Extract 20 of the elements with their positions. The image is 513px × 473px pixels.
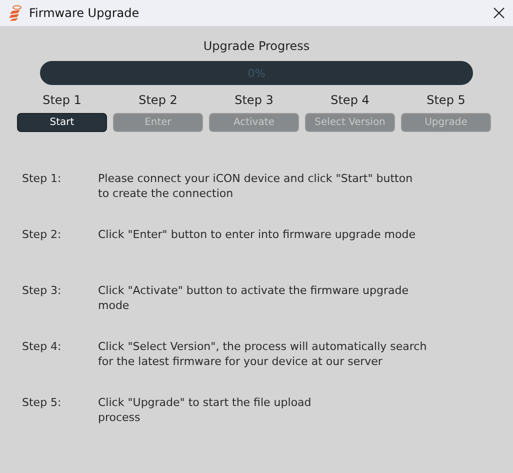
app-logo-icon	[8, 5, 22, 21]
instruction-label: Step 1:	[21, 171, 62, 187]
step-label: Step 3	[234, 93, 274, 107]
instruction-text: Click "Activate" button to activate the firmware upgrade mode	[98, 283, 408, 314]
progress-title: Upgrade Progress	[202, 39, 311, 53]
instruction-label: Step 2:	[21, 227, 62, 243]
step-label: Step 1	[42, 93, 82, 107]
step-label: Step 4	[330, 93, 370, 107]
instruction-label: Step 3:	[21, 283, 62, 299]
step-button[interactable]: Start	[17, 113, 107, 132]
window-title: Firmware Upgrade	[29, 6, 140, 20]
instruction-label: Step 5:	[21, 395, 62, 411]
instruction-text: Click "Select Version", the process will automatically search for the latest firmware for your device at our server	[98, 339, 427, 370]
instruction-text: Click "Enter" button to enter into firmware upgrade mode	[98, 227, 416, 243]
step-label: Step 5	[426, 93, 466, 107]
instruction-text: Click "Upgrade" to start the file upload process	[98, 395, 312, 426]
step-label: Step 2	[138, 93, 178, 107]
instruction-text: Please connect your iCON device and click "Start" button to create the connection	[98, 171, 413, 202]
instruction-label: Step 4:	[21, 339, 62, 355]
close-icon[interactable]	[493, 7, 505, 19]
